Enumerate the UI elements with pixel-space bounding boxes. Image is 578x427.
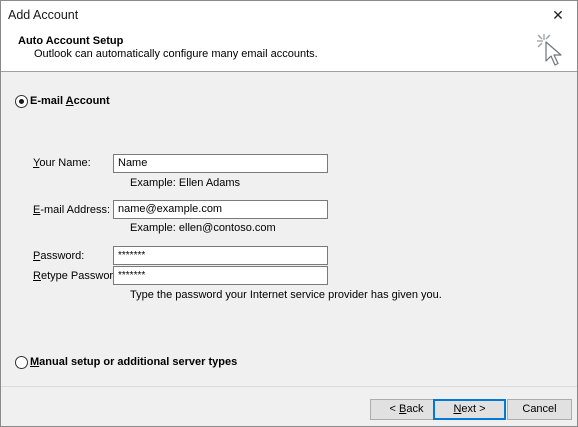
close-icon: ✕ [552,7,564,23]
button-bar: < Back Next > Cancel [1,386,577,426]
add-account-dialog: Add Account ✕ Auto Account Setup Outlook… [0,0,578,427]
window-title: Add Account [8,8,79,22]
header-subtitle: Outlook can automatically configure many… [34,48,318,60]
password-label: Password: [33,250,85,262]
next-button[interactable]: Next > [433,399,506,420]
email-account-radio[interactable] [15,95,28,108]
manual-setup-label[interactable]: Manual setup or additional server types [30,356,237,368]
cancel-button[interactable]: Cancel [507,399,572,420]
header-title: Auto Account Setup [18,35,124,47]
email-address-label: E-mail Address: [33,204,111,216]
password-hint: Type the password your Internet service … [130,289,442,301]
your-name-input[interactable]: Name [113,154,328,173]
your-name-label: Your Name: [33,157,91,169]
wizard-cursor-icon [537,34,562,66]
password-input[interactable]: ******* [113,246,328,265]
title-bar: Add Account ✕ [1,1,577,31]
header-band: Auto Account Setup Outlook can automatic… [1,31,577,71]
retype-password-label: Retype Password: [33,270,123,282]
email-address-input[interactable]: name@example.com [113,200,328,219]
manual-setup-radio[interactable] [15,356,28,369]
close-button[interactable]: ✕ [543,3,573,27]
retype-password-input[interactable]: ******* [113,266,328,285]
your-name-hint: Example: Ellen Adams [130,177,241,189]
email-address-hint: Example: ellen@contoso.com [130,222,276,234]
account-form-area: E-mail Account Your Name: Name Example: … [1,72,577,386]
email-account-label[interactable]: E-mail Account [30,95,110,107]
